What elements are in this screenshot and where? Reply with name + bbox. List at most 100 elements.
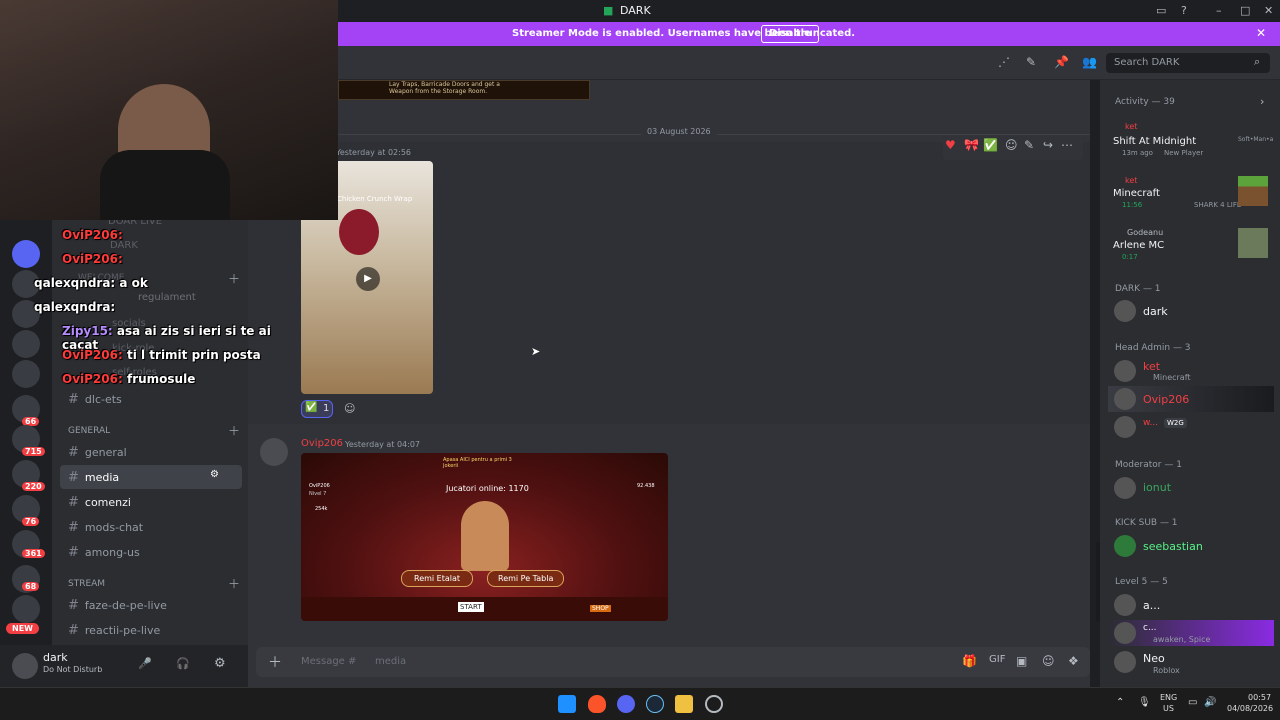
- add-reaction-icon[interactable]: ☺: [344, 402, 355, 415]
- microphone-icon[interactable]: 🎤: [138, 657, 152, 670]
- threads-icon[interactable]: ⋰: [998, 55, 1010, 69]
- top-game-image[interactable]: Lay Traps, Barricade Doors and get a Wea…: [338, 80, 590, 100]
- remi-etalat-button[interactable]: Remi Etalat: [401, 570, 474, 587]
- chevron-right-icon[interactable]: ›: [1260, 95, 1264, 108]
- play-icon[interactable]: ▶: [356, 267, 380, 291]
- general-category[interactable]: GENERAL: [68, 426, 110, 436]
- edit-icon[interactable]: ✎: [1024, 138, 1034, 152]
- clock-time[interactable]: 00:57: [1248, 693, 1271, 702]
- user-settings-icon[interactable]: ⚙: [214, 656, 226, 671]
- pin-icon[interactable]: 📌: [1054, 55, 1069, 69]
- app-icon[interactable]: [705, 695, 723, 713]
- brave-browser-icon[interactable]: [588, 695, 606, 713]
- channel-dlc-ets[interactable]: # dlc-ets: [60, 387, 242, 411]
- channel-mods-chat[interactable]: # mods-chat: [60, 515, 242, 539]
- close-banner-icon[interactable]: ✕: [1256, 26, 1266, 40]
- check-reaction[interactable]: ✅ 1: [301, 400, 333, 418]
- file-explorer-icon[interactable]: [675, 695, 693, 713]
- stream-category[interactable]: STREAM: [68, 579, 105, 589]
- more-icon[interactable]: ⋯: [1061, 138, 1073, 152]
- game-screenshot-attachment[interactable]: Apasa AICI pentru a primi 3 Jokerii OviP…: [301, 453, 668, 621]
- check-reaction-icon[interactable]: ✅: [983, 138, 998, 152]
- server-badge: 715: [22, 447, 45, 456]
- channel-reactii-pe-live[interactable]: # reactii-pe-live: [60, 618, 242, 642]
- steam-icon[interactable]: [646, 695, 664, 713]
- activity-game: Arlene MC: [1113, 240, 1165, 251]
- bow-reaction-icon[interactable]: 🎀: [964, 138, 979, 152]
- channel-media[interactable]: # media ⚙: [60, 465, 242, 489]
- avatar[interactable]: [1114, 535, 1136, 557]
- game-shop-button[interactable]: SHOP: [590, 605, 611, 612]
- avatar[interactable]: [1114, 594, 1136, 616]
- sticker-icon[interactable]: ▣: [1016, 654, 1027, 668]
- avatar[interactable]: [1114, 622, 1136, 644]
- gift-icon[interactable]: 🎁: [962, 654, 977, 668]
- search-input[interactable]: Search DARK ⌕: [1106, 53, 1270, 73]
- server-icon[interactable]: [12, 595, 40, 623]
- attach-plus-icon[interactable]: ＋: [268, 652, 282, 672]
- message-composer[interactable]: ＋ Message # media 🎁 GIF ▣ ☺ ❖: [256, 647, 1090, 677]
- tray-mic-icon[interactable]: 🎙: [1138, 697, 1151, 708]
- channel-general[interactable]: # general: [60, 440, 242, 464]
- member-name[interactable]: w...: [1143, 418, 1158, 428]
- minimize-icon[interactable]: –: [1216, 4, 1222, 17]
- avatar[interactable]: [1114, 388, 1136, 410]
- tray-region[interactable]: US: [1163, 704, 1174, 713]
- activity-header[interactable]: Activity — 39: [1115, 97, 1175, 107]
- member-list-icon[interactable]: 👥: [1082, 55, 1097, 69]
- channel-faze-de-pe-live[interactable]: # faze-de-pe-live: [60, 593, 242, 617]
- heart-reaction-icon[interactable]: ♥: [945, 138, 956, 152]
- member-name[interactable]: seebastian: [1143, 540, 1203, 553]
- avatar[interactable]: [1114, 651, 1136, 673]
- remi-pe-tabla-button[interactable]: Remi Pe Tabla: [487, 570, 565, 587]
- channel-among-us[interactable]: # among-us: [60, 540, 242, 564]
- composer-channel: media: [375, 656, 407, 667]
- headphones-icon[interactable]: 🎧: [176, 657, 190, 670]
- message-author[interactable]: Ovip206: [301, 438, 343, 449]
- member-name[interactable]: Ovip206: [1143, 393, 1189, 406]
- activity-card[interactable]: ket Shift At Midnight 13m ago New Player…: [1108, 116, 1274, 164]
- member-name[interactable]: c...: [1143, 623, 1157, 633]
- activity-card[interactable]: Godeanu Arlene MC 0:17: [1108, 222, 1274, 270]
- avatar[interactable]: [1114, 416, 1136, 438]
- add-channel-icon[interactable]: ＋: [228, 422, 240, 439]
- help-icon[interactable]: ?: [1181, 4, 1187, 17]
- member-name[interactable]: dark: [1143, 305, 1168, 318]
- avatar[interactable]: [12, 653, 38, 679]
- role-header: Moderator — 1: [1115, 460, 1182, 470]
- add-reaction-icon[interactable]: ☺: [1005, 138, 1018, 152]
- reply-icon[interactable]: ↪: [1043, 138, 1053, 152]
- clock-date[interactable]: 04/08/2026: [1227, 704, 1273, 713]
- windows-start-icon[interactable]: [558, 695, 576, 713]
- activity-time: 0:17: [1122, 253, 1138, 261]
- member-name[interactable]: Neo: [1143, 652, 1165, 665]
- apps-icon[interactable]: ❖: [1068, 654, 1079, 668]
- add-channel-icon[interactable]: ＋: [228, 575, 240, 592]
- activity-card[interactable]: ket Minecraft 11:56 SHARK 4 LIFE: [1108, 170, 1274, 218]
- maximize-icon[interactable]: □: [1240, 4, 1250, 17]
- volume-icon[interactable]: 🔊: [1204, 697, 1216, 708]
- tray-language[interactable]: ENG: [1160, 693, 1177, 702]
- game-start-button[interactable]: START: [458, 602, 484, 612]
- gif-icon[interactable]: GIF: [989, 654, 1005, 665]
- avatar[interactable]: [260, 438, 288, 466]
- avatar[interactable]: [1114, 360, 1136, 382]
- avatar[interactable]: [1114, 477, 1136, 499]
- member-name[interactable]: a...: [1143, 599, 1160, 612]
- channel-comenzi[interactable]: # comenzi: [60, 490, 242, 514]
- inbox-icon[interactable]: ▭: [1156, 4, 1166, 17]
- tray-chevron-icon[interactable]: ⌃: [1116, 697, 1124, 708]
- network-icon[interactable]: ▭: [1188, 697, 1197, 708]
- member-name[interactable]: ket: [1143, 360, 1160, 373]
- avatar[interactable]: [1114, 300, 1136, 322]
- notification-icon[interactable]: ✎: [1026, 55, 1036, 69]
- close-window-icon[interactable]: ✕: [1264, 4, 1273, 17]
- channel-settings-icon[interactable]: ⚙: [210, 469, 219, 480]
- emoji-icon[interactable]: ☺: [1042, 654, 1055, 668]
- message-area: Lay Traps, Barricade Doors and get a Wea…: [248, 80, 1100, 687]
- discord-taskbar-icon[interactable]: [617, 695, 635, 713]
- disable-streamer-mode-button[interactable]: Disable: [761, 25, 819, 43]
- member-name[interactable]: ionut: [1143, 481, 1171, 494]
- hash-icon: #: [68, 495, 79, 510]
- chat-line: OviP206: ti l trimit prin posta: [62, 348, 261, 362]
